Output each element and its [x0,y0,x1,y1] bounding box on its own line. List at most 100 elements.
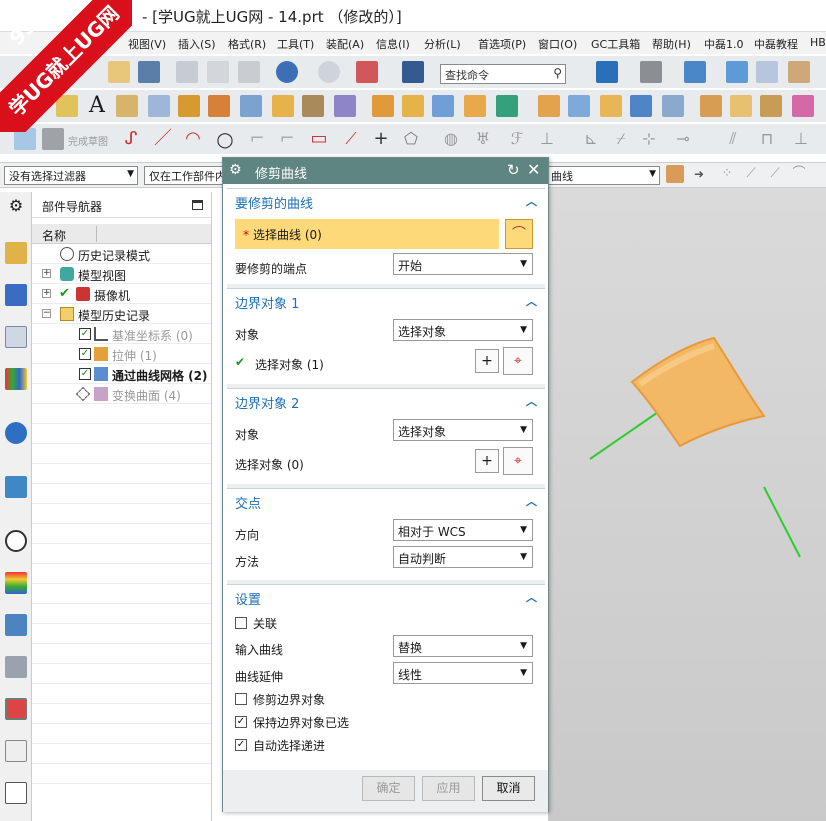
quick-extend-icon[interactable]: ⊥ [536,128,558,150]
process-studio-icon[interactable] [5,614,27,636]
view-orient-icon[interactable] [684,61,706,83]
intersection-point-icon[interactable]: ⌒ [790,165,808,183]
keep-boundary-checkbox[interactable]: ✓ [235,716,247,728]
fit-view-icon[interactable] [596,61,618,83]
menu-insert[interactable]: 插入(S) [178,36,216,52]
extrude-tool-icon[interactable] [178,95,200,117]
graphics-window[interactable] [548,188,826,821]
scope-filter-select[interactable]: 仅在工作部件内 [144,166,230,185]
arrow-right-icon[interactable]: ➜ [690,165,708,183]
pattern-icon[interactable] [402,95,424,117]
finish-sketch-label[interactable]: 完成草图 [68,133,108,148]
hd3d-icon[interactable] [5,422,27,444]
group-header[interactable]: 要修剪的曲线 ︿ [227,189,545,213]
block-icon[interactable] [240,95,262,117]
circle-icon[interactable]: ○ [214,128,236,150]
apply-button[interactable]: 应用 [422,776,475,801]
hole-icon[interactable] [272,95,294,117]
object-type-dropdown[interactable]: 选择对象 ▼ [393,419,533,441]
role-icon[interactable] [5,698,27,720]
info-icon[interactable] [402,61,424,83]
subtract-icon[interactable] [464,95,486,117]
wireframe-icon[interactable] [756,61,778,83]
menu-hb[interactable]: HB [810,36,826,49]
collapse-icon[interactable]: − [42,309,51,318]
point-icon[interactable]: + [370,128,392,150]
cancel-button[interactable]: 取消 [482,776,535,801]
manufacturing-wizard-icon[interactable] [5,656,27,678]
draft-icon[interactable] [662,95,684,117]
ok-button[interactable]: 确定 [362,776,415,801]
render-style-icon[interactable] [640,61,662,83]
paste-icon[interactable] [238,61,260,83]
boundary-curve-1[interactable] [589,407,665,460]
emboss-icon[interactable] [302,95,324,117]
rectangle-icon[interactable]: ▭ [308,128,330,150]
face-blend-icon[interactable] [760,95,782,117]
reuse-library-icon[interactable] [5,368,27,390]
visibility-checkbox[interactable]: ✓ [79,348,91,360]
save-icon[interactable] [138,61,160,83]
menu-assembly[interactable]: 装配(A) [326,36,364,52]
chamfer-icon[interactable] [730,95,752,117]
system-scene-icon[interactable] [5,740,27,762]
shell-icon[interactable] [630,95,652,117]
trim-body-icon[interactable] [538,95,560,117]
menu-tools[interactable]: 工具(T) [277,36,314,52]
reset-icon[interactable]: ↻ [507,161,520,179]
background-icon[interactable] [788,61,810,83]
edge-blend-icon[interactable] [700,95,722,117]
input-curve-dropdown[interactable]: 替换 ▼ [393,635,533,657]
thicken-icon[interactable] [334,95,356,117]
relations-icon[interactable]: ⊥ [790,128,812,150]
arc-icon[interactable]: ◠ [182,128,204,150]
close-icon[interactable]: ✕ [527,160,540,179]
history-icon[interactable] [5,530,27,552]
tree-item-model-history[interactable]: − 模型历史记录 [32,304,211,324]
expand-icon[interactable]: + [42,289,51,298]
object-type-dropdown[interactable]: 选择对象 ▼ [393,319,533,341]
endpoint-dropdown[interactable]: 开始 ▼ [393,253,533,275]
split-body-icon[interactable] [568,95,590,117]
line-icon[interactable]: ／ [152,128,174,150]
system-material-icon[interactable] [5,572,27,594]
boundary-curve-2[interactable] [763,486,801,558]
end-point-icon[interactable]: ⁘ [718,165,736,183]
intersect-icon[interactable] [496,95,518,117]
union-icon[interactable] [432,95,454,117]
polyline-icon[interactable]: ⟋ [340,128,362,150]
curve-rule-select[interactable]: 曲线 ▼ [546,166,660,185]
menu-zhonglei-tutorial[interactable]: 中磊教程 [754,36,798,52]
group-header[interactable]: 边界对象 1 ︿ [227,289,545,313]
expand-icon[interactable]: + [42,269,51,278]
crosshair-icon[interactable]: ⌖ [503,347,533,375]
gear-icon[interactable]: ⚙ [5,196,27,218]
chevron-up-icon[interactable]: ︿ [526,293,537,309]
dimension-display-icon[interactable]: ⊓ [756,128,778,150]
menu-zhonglei[interactable]: 中磊1.0 [704,36,744,52]
quick-trim-icon[interactable]: ℱ [506,128,528,150]
geometric-constraint-icon[interactable]: ⊸ [672,128,694,150]
command-search[interactable]: 查找命令 ⚲ [440,64,566,84]
tree-item-model-views[interactable]: + 模型视图 [32,264,211,284]
column-divider[interactable] [96,226,97,242]
make-corner-icon[interactable]: ⊾ [580,128,602,150]
extension-dropdown[interactable]: 线性 ▼ [393,662,533,684]
mid-point-icon[interactable]: ⟋ [742,165,760,183]
menu-preferences[interactable]: 首选项(P) [478,36,526,52]
menu-help[interactable]: 帮助(H) [652,36,691,52]
dialog-title-bar[interactable]: ⚙ 修剪曲线 ↻ ✕ [223,158,548,184]
point-dialog-icon[interactable]: + [475,349,499,373]
constraint-navigator-icon[interactable] [5,284,27,306]
revolve-icon[interactable] [208,95,230,117]
tree-item-camera[interactable]: + ✔ 摄像机 [32,284,211,304]
mirror-icon[interactable] [792,95,814,117]
assembly-navigator-icon[interactable] [5,242,27,264]
tree-item-datum-csys[interactable]: ✓ 基准坐标系 (0) [32,324,211,344]
chevron-up-icon[interactable]: ︿ [526,589,537,605]
cylinder-icon[interactable] [148,95,170,117]
tree-item-extrude[interactable]: ✓ 拉伸 (1) [32,344,211,364]
group-header[interactable]: 设置 ︿ [227,585,545,609]
chevron-up-icon[interactable]: ︿ [526,493,537,509]
part-navigator-icon[interactable] [5,326,27,348]
